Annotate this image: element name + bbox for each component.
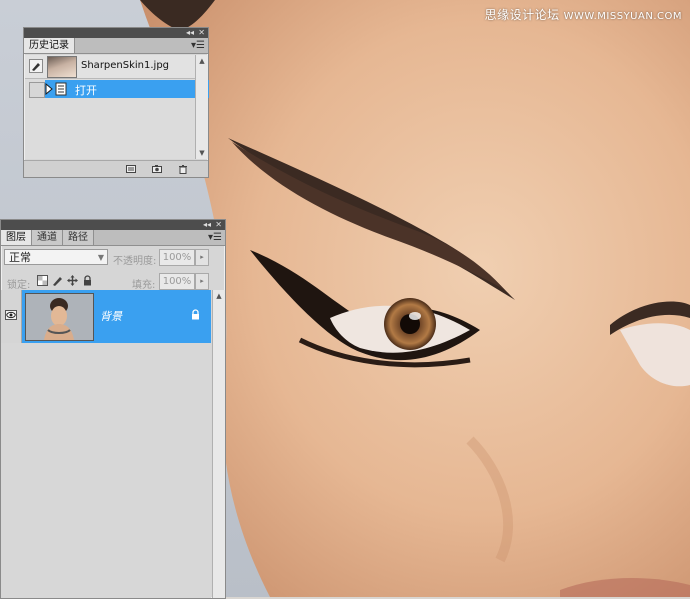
lock-image-pixels-icon[interactable] [52,275,63,286]
layer-row[interactable]: 背景 [1,290,211,343]
lock-label: 锁定: [7,280,31,291]
layer-name[interactable]: 背景 [100,308,122,324]
history-brush-checkbox[interactable] [29,82,45,98]
scroll-down-icon[interactable]: ▼ [196,147,208,159]
history-tabrow: 历史记录 ▾☰ [24,38,208,54]
lock-all-icon[interactable] [82,275,93,286]
panel-menu-icon[interactable]: ▾☰ [191,39,205,52]
collapse-icon[interactable]: ◂◂ [186,28,194,38]
opacity-label: 不透明度: [113,256,157,267]
scroll-up-icon[interactable]: ▲ [196,55,208,67]
history-panel: ◂◂ ✕ 历史记录 ▾☰ SharpenSkin1.jpg 打开 ▲ ▼ [23,27,209,178]
panel-titlebar[interactable]: ◂◂ ✕ [24,28,208,38]
history-bottom-toolbar [24,160,208,177]
snapshot-name: SharpenSkin1.jpg [81,60,170,71]
watermark-site: WWW.MISSYUAN.COM [563,11,682,22]
blend-mode-value: 正常 [9,251,31,264]
new-snapshot-icon[interactable] [152,164,162,174]
lock-row: 锁定: 填充: 100% ▸ [1,270,225,291]
tab-channels[interactable]: 通道 [32,230,63,245]
opacity-input[interactable]: 100% [159,249,195,266]
panel-titlebar[interactable]: ◂◂ ✕ [1,220,225,230]
layers-tabrow: 图层 通道 路径 ▾☰ [1,230,225,246]
history-snapshot[interactable]: SharpenSkin1.jpg [25,55,195,79]
blend-row: 正常 ▼ 不透明度: 100% ▸ [1,246,225,267]
tab-history[interactable]: 历史记录 [24,38,75,53]
history-step-label: 打开 [75,84,97,97]
layer-thumbnail [25,293,94,341]
layers-panel: ◂◂ ✕ 图层 通道 路径 ▾☰ 正常 ▼ 不透明度: 100% ▸ 锁定: 填… [0,219,226,599]
history-step-selection [45,80,209,98]
scroll-up-icon[interactable]: ▲ [213,290,225,302]
layer-lock-icon [192,309,199,320]
history-scrollbar[interactable]: ▲ ▼ [195,55,208,159]
fill-label: 填充: [132,280,156,291]
fill-input[interactable]: 100% [159,273,195,290]
history-state-slider-icon[interactable] [45,83,53,95]
watermark: 思缘设计论坛 WWW.MISSYUAN.COM [485,6,682,23]
new-document-from-state-icon[interactable] [126,164,136,174]
history-step[interactable]: 打开 [25,80,209,98]
open-document-icon [55,82,67,96]
history-list: SharpenSkin1.jpg 打开 [25,55,209,159]
close-icon[interactable]: ✕ [198,28,205,38]
lock-transparent-pixels-icon[interactable] [37,275,48,286]
chevron-down-icon: ▼ [97,253,104,262]
layer-selection: 背景 [22,290,211,343]
tab-paths[interactable]: 路径 [63,230,94,245]
fill-slider-toggle[interactable]: ▸ [195,273,209,290]
lock-position-icon[interactable] [67,275,78,286]
blend-mode-select[interactable]: 正常 ▼ [4,249,108,265]
layers-scrollbar[interactable]: ▲ [212,290,225,598]
tab-layers[interactable]: 图层 [1,230,32,245]
layer-visibility-toggle[interactable] [1,290,22,343]
panel-menu-icon[interactable]: ▾☰ [208,231,222,244]
opacity-slider-toggle[interactable]: ▸ [195,249,209,266]
snapshot-thumbnail [47,56,77,78]
history-brush-source-icon[interactable] [29,59,43,73]
eye-icon[interactable] [5,310,17,320]
trash-icon[interactable] [178,164,188,174]
close-icon[interactable]: ✕ [215,220,222,230]
watermark-text: 思缘设计论坛 [484,8,560,22]
collapse-icon[interactable]: ◂◂ [203,220,211,230]
